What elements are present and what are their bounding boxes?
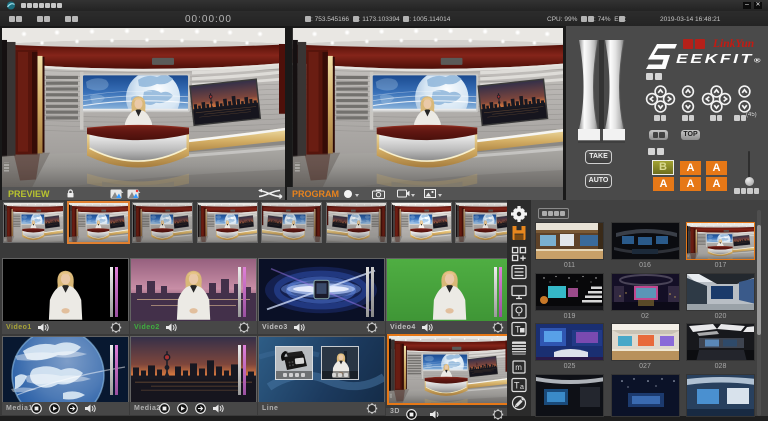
svg-text:m: m	[515, 363, 522, 372]
svg-text:a: a	[520, 384, 524, 391]
